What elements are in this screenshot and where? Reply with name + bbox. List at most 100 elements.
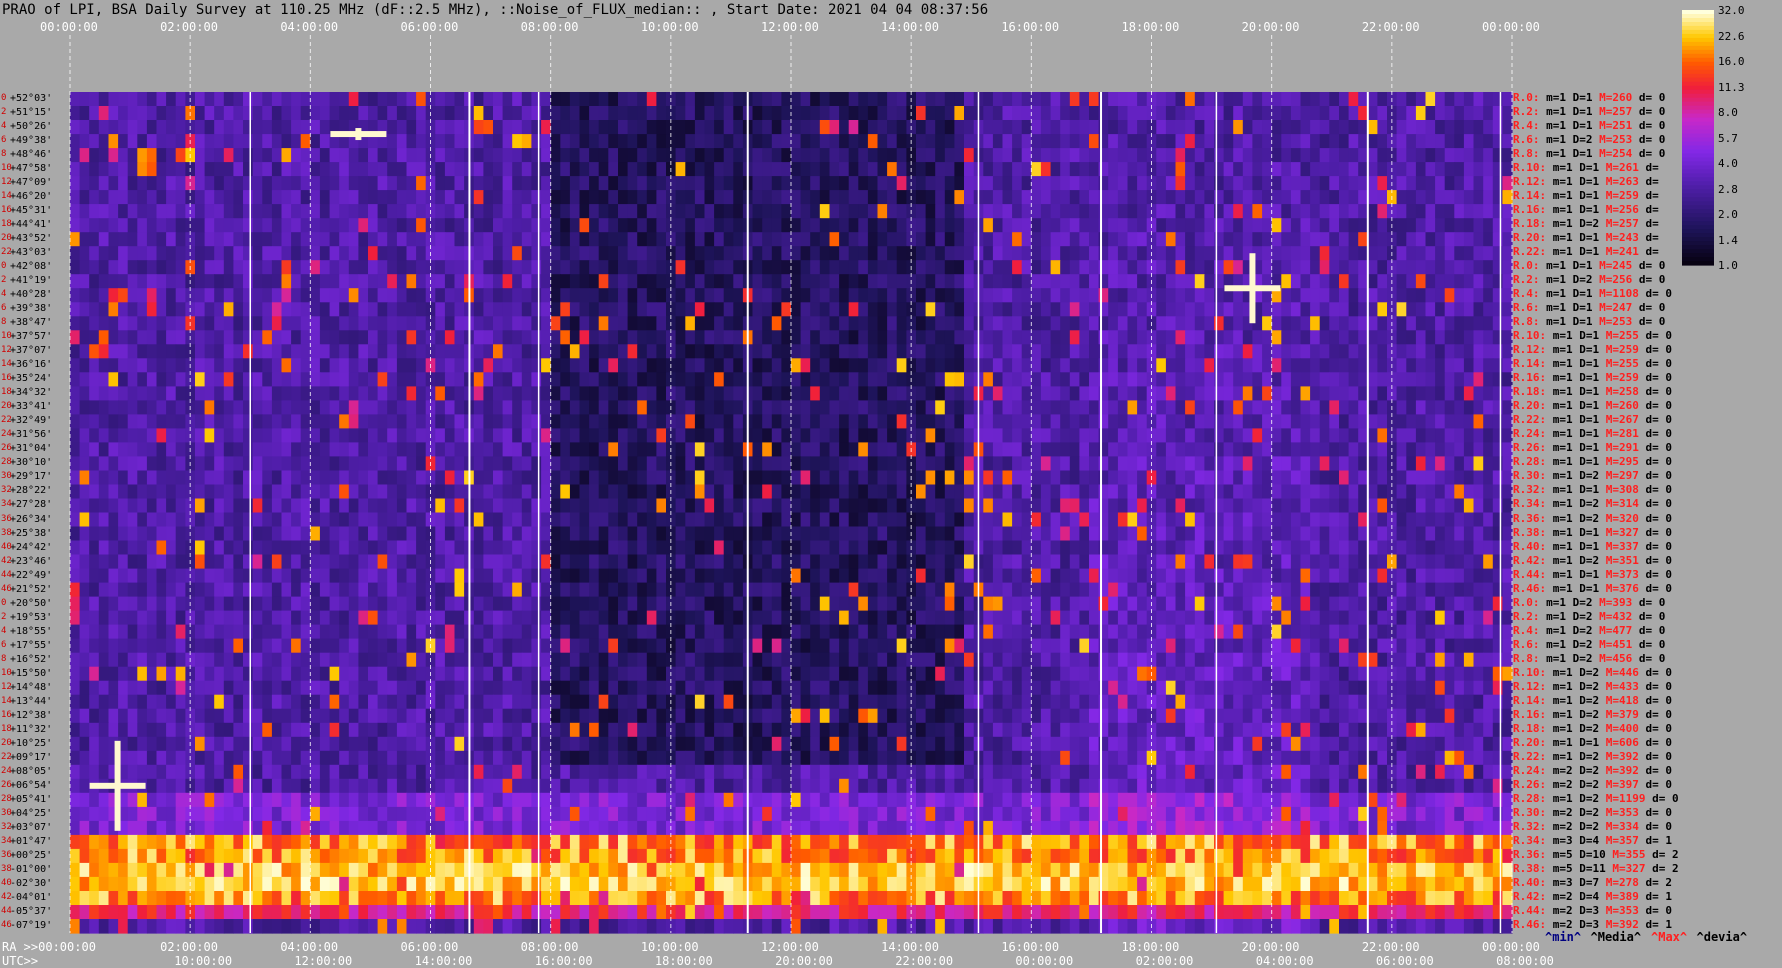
legend-item: ^Media^ [1590,930,1642,944]
ra-bottom-tick: 14:00:00 [881,940,939,954]
utc-tick: 08:00:00 [1496,954,1554,968]
dec-index: 22 [1,247,12,258]
dec-index: 10 [1,163,12,174]
dec-index: 2 [1,107,7,118]
dec-index: 8 [1,317,7,328]
row-stat: R.30: m=1 D=2 M=297 d= 0 [1513,469,1672,483]
row-stat: R.10: m=1 D=1 M=255 d= 0 [1513,329,1672,343]
legend-item: ^Max^ [1651,930,1688,944]
row-stat: R.16: m=1 D=1 M=259 d= 0 [1513,371,1672,385]
dec-index: 14 [1,695,12,706]
dec-index: 12 [1,345,12,356]
dec-label: +14°48' [10,681,53,693]
dec-index: 14 [1,359,12,370]
dec-label: +46°20' [10,191,53,203]
dec-label: +05°41' [10,793,53,805]
dec-index: 10 [1,667,12,678]
dec-index: 0 [1,93,7,103]
ra-bottom-tick: 02:00:00 [160,940,218,954]
ra-bottom-tick: 10:00:00 [640,940,699,954]
row-stat: R.40: m=3 D=7 M=278 d= 2 [1513,875,1672,889]
row-stat: R.42: m=1 D=2 M=351 d= 0 [1513,553,1672,567]
row-stat: R.24: m=1 D=1 M=281 d= 0 [1513,427,1672,441]
dec-index: 28 [1,793,12,804]
row-stat: R.14: m=1 D=1 M=259 d= [1513,189,1659,203]
dec-label: +42°08' [10,261,53,273]
dec-label: +00°25' [10,849,53,861]
ra-bottom-tick: 16:00:00 [1001,940,1060,954]
dec-label: +35°24' [10,373,53,385]
row-stat: R.14: m=1 D=2 M=418 d= 0 [1513,693,1672,707]
row-stat: R.42: m=2 D=4 M=389 d= 1 [1513,889,1672,903]
dec-index: 18 [1,219,12,230]
colorbar-label: 1.4 [1718,233,1738,247]
dec-label: +15°50' [10,667,53,679]
dec-label: -04°01' [10,891,53,903]
row-stat: R.36: m=5 D=10 M=355 d= 2 [1513,847,1679,861]
dec-index: 0 [1,597,7,608]
dec-index: 20 [1,737,12,748]
row-stat: R.12: m=1 D=1 M=259 d= 0 [1513,343,1672,357]
dec-label: +51°15' [10,107,53,119]
dec-label: -07°19' [10,919,53,931]
dec-label: +36°16' [10,359,53,371]
row-stat: R.20: m=1 D=1 M=260 d= 0 [1513,399,1672,413]
dec-label: +01°47' [10,835,53,847]
row-stat: R.46: m=1 D=1 M=376 d= 0 [1513,581,1672,595]
utc-tick: 02:00:00 [1135,954,1194,968]
dec-index: 4 [1,289,7,300]
colorbar-label: 8.0 [1718,106,1738,119]
colorbar-label: 2.0 [1718,208,1738,221]
row-stat: R.44: m=1 D=1 M=373 d= 0 [1513,567,1672,581]
dec-index: 2 [1,611,7,622]
dec-label: -01°00' [10,863,53,875]
row-stat: R.4: m=1 D=1 M=251 d= 0 [1513,119,1666,133]
row-stat: R.44: m=2 D=3 M=353 d= 0 [1513,903,1672,917]
utc-tick: 04:00:00 [1255,954,1314,968]
dec-index: 8 [1,149,7,160]
dec-label: +19°53' [10,611,53,623]
dec-label: +43°03' [10,247,53,259]
row-stat: R.26: m=1 D=1 M=291 d= 0 [1513,441,1672,455]
row-stat: R.2: m=1 D=2 M=432 d= 0 [1513,609,1666,623]
legend-item: ^min^ [1545,930,1582,944]
dec-index: 40 [1,877,12,888]
dec-label: +50°26' [10,121,53,133]
row-stat: R.6: m=1 D=2 M=451 d= 0 [1513,637,1666,651]
row-stat: R.10: m=1 D=2 M=446 d= 0 [1513,665,1672,679]
dec-index: 34 [1,835,12,846]
dec-label: +47°58' [10,163,53,175]
row-stat: R.24: m=2 D=2 M=392 d= 0 [1513,763,1672,777]
dec-label: +10°25' [10,737,53,749]
dec-label: +41°19' [10,275,53,287]
dec-label: +37°07' [10,345,53,357]
colorbar-label: 11.3 [1718,80,1745,94]
row-stat: R.18: m=1 D=2 M=400 d= 0 [1513,721,1672,735]
dec-index: 44 [1,905,12,916]
dec-label: +47°09' [10,177,53,189]
row-stat: R.0: m=1 D=1 M=245 d= 0 [1513,259,1666,273]
dec-label: +18°55' [10,625,53,637]
row-stat: R.8: m=1 D=1 M=254 d= 0 [1513,147,1666,161]
ra-bottom-tick: RA >>00:00:00 [2,940,96,954]
row-stat: R.40: m=1 D=1 M=337 d= 0 [1513,539,1672,553]
dec-label: +40°28' [10,289,53,301]
row-stat: R.22: m=1 D=1 M=267 d= 0 [1513,413,1672,427]
dec-index: 24 [1,429,12,440]
colorbar-label: 4.0 [1718,157,1738,170]
dec-index: 24 [1,765,12,776]
row-stat: R.2: m=1 D=1 M=257 d= 0 [1513,105,1666,119]
dec-index: 38 [1,527,12,538]
row-stat: R.28: m=1 D=2 M=1199 d= 0 [1513,791,1679,805]
dec-label: +13°44' [10,695,53,707]
row-stat: R.10: m=1 D=1 M=261 d= [1513,161,1659,175]
row-stat: R.16: m=1 D=1 M=256 d= [1513,203,1659,217]
row-stat: R.34: m=3 D=4 M=357 d= 1 [1513,833,1672,847]
colorbar-label: 1.0 [1718,259,1738,272]
utc-tick: 18:00:00 [654,954,713,968]
dec-index: 28 [1,457,12,468]
dec-index: 22 [1,415,12,426]
dec-label: +39°38' [10,303,53,315]
dec-index: 6 [1,303,7,314]
dec-label: +20°50' [10,597,53,609]
